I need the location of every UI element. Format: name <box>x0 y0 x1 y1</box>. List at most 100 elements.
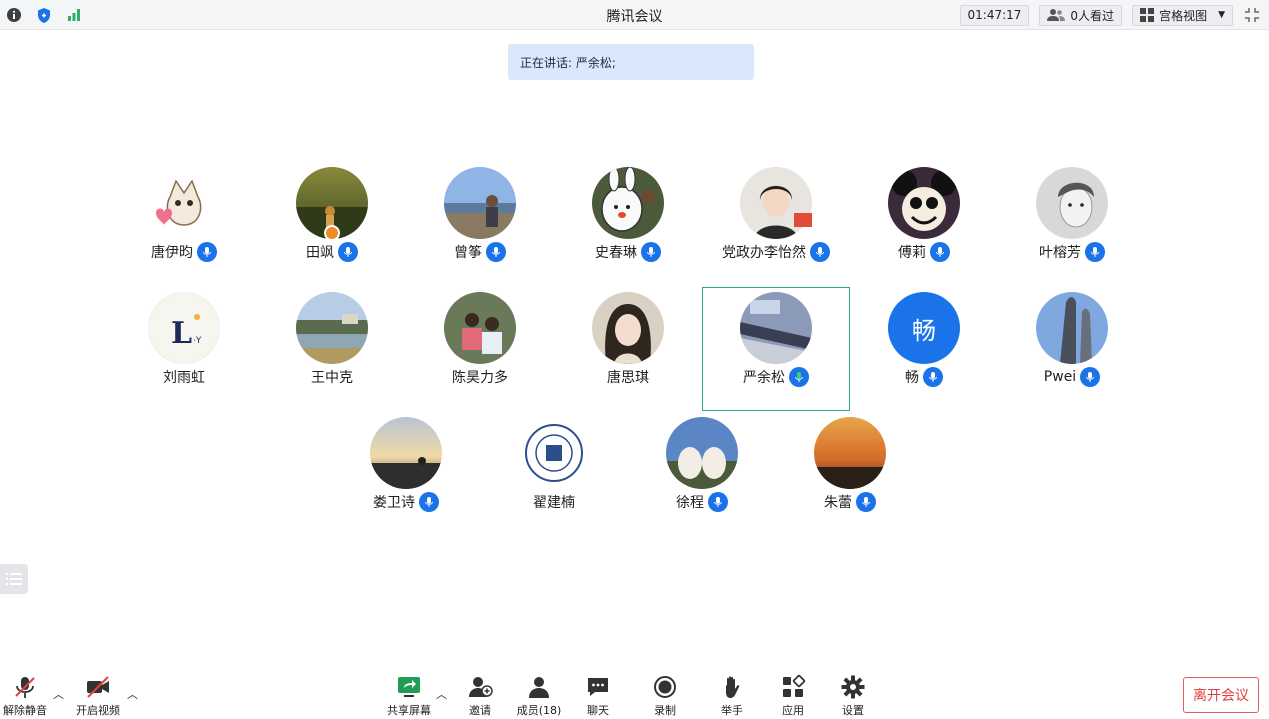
list-icon <box>6 573 22 585</box>
viewers-count: 0人看过 <box>1070 8 1115 23</box>
avatar <box>518 417 590 489</box>
settings-button[interactable]: 设置 <box>825 674 881 718</box>
avatar: L ·Y <box>148 292 220 364</box>
title-bar: 腾讯会议 01:47:17 0人看过 宫格视图 ▼ <box>0 0 1269 30</box>
mic-icon <box>1080 367 1101 387</box>
avatar <box>592 167 664 239</box>
flag-badge-icon <box>794 213 812 227</box>
start-video-button[interactable]: 开启视频 <box>70 674 126 718</box>
invite-icon <box>469 677 493 697</box>
participant-name: 严余松 <box>743 369 785 386</box>
active-speaker-text: 正在讲话: 严余松; <box>520 55 616 70</box>
svg-text:·Y: ·Y <box>193 336 202 346</box>
mic-icon <box>810 242 830 262</box>
participant-tile[interactable]: 党政办李怡然 <box>702 162 850 286</box>
grid-icon <box>1140 8 1155 22</box>
host-badge-icon <box>324 225 340 241</box>
participant-name: 王中克 <box>311 370 353 386</box>
view-mode-dropdown[interactable]: 宫格视图 ▼ <box>1132 4 1233 26</box>
meeting-timer: 01:47:17 <box>959 4 1030 26</box>
avatar: 畅 <box>888 292 960 364</box>
participant-name: 田飒 <box>306 245 334 261</box>
participant-name: 叶榕芳 <box>1039 245 1081 261</box>
chat-label: 聊天 <box>587 704 609 717</box>
participant-tile[interactable]: Pwei <box>998 287 1146 411</box>
participant-tile[interactable]: 田飒 <box>258 162 406 286</box>
fullscreen-exit-icon[interactable] <box>1241 4 1263 26</box>
chat-button[interactable]: 聊天 <box>570 674 626 718</box>
participant-tile[interactable]: 唐思琪 <box>554 287 702 411</box>
participant-name: Pwei <box>1043 369 1077 385</box>
participant-name: 唐思琪 <box>607 370 649 386</box>
participant-tile[interactable]: 徐程 <box>628 412 776 536</box>
avatar <box>814 417 886 489</box>
title-bar-status-icons <box>4 5 84 25</box>
avatar <box>592 292 664 364</box>
participant-tile[interactable]: 傅莉 <box>850 162 998 286</box>
participant-name: 娄卫诗 <box>373 495 415 511</box>
signal-strength-icon[interactable] <box>64 5 84 25</box>
apps-label: 应用 <box>782 704 804 717</box>
participant-tile[interactable]: 王中克 <box>258 287 406 411</box>
share-options-caret-icon[interactable]: ︿ <box>436 686 447 702</box>
participant-name: 唐伊昀 <box>151 245 193 261</box>
participant-tile[interactable]: 畅 畅 <box>850 287 998 411</box>
members-label: 成员(18) <box>516 704 562 717</box>
camera-off-icon <box>87 676 109 698</box>
shield-icon[interactable] <box>34 5 54 25</box>
participant-tile[interactable]: 叶榕芳 <box>998 162 1146 286</box>
members-button[interactable]: 成员(18) <box>511 674 567 718</box>
unmute-label: 解除静音 <box>3 704 47 717</box>
avatar <box>740 167 812 239</box>
chat-icon <box>588 678 608 696</box>
avatar <box>888 167 960 239</box>
video-options-caret-icon[interactable]: ︿ <box>127 686 138 702</box>
avatar <box>444 167 516 239</box>
participant-tile[interactable]: L ·Y 刘雨虹 <box>110 287 258 411</box>
participant-tile[interactable]: 娄卫诗 <box>332 412 480 536</box>
view-mode-label: 宫格视图 <box>1159 8 1208 23</box>
participant-name: 朱蕾 <box>824 495 852 511</box>
mic-icon <box>486 242 506 262</box>
participant-name: 徐程 <box>676 495 704 511</box>
raise-hand-button[interactable]: 举手 <box>704 674 760 718</box>
participant-tile[interactable]: 陈昊力多 <box>406 287 554 411</box>
mic-speaking-icon <box>789 366 809 387</box>
share-screen-label: 共享屏幕 <box>387 704 431 717</box>
info-icon[interactable] <box>4 5 24 25</box>
participant-tile[interactable]: 史春琳 <box>554 162 702 286</box>
avatar <box>148 167 220 239</box>
mic-icon <box>708 492 728 512</box>
participant-tile[interactable]: 朱蕾 <box>776 412 924 536</box>
mic-icon <box>930 242 950 262</box>
apps-button[interactable]: 应用 <box>765 674 821 718</box>
invite-button[interactable]: 邀请 <box>452 674 508 718</box>
participant-tile[interactable]: 翟建楠 <box>480 412 628 536</box>
audio-options-caret-icon[interactable]: ︿ <box>53 686 64 702</box>
record-label: 录制 <box>654 704 676 717</box>
viewers-button[interactable]: 0人看过 <box>1039 4 1123 26</box>
apps-icon <box>783 674 806 697</box>
share-screen-button[interactable]: 共享屏幕 <box>381 674 437 718</box>
invite-label: 邀请 <box>469 704 491 717</box>
participant-name: 党政办李怡然 <box>722 245 806 261</box>
participant-name: 畅 <box>905 370 919 386</box>
participant-tile[interactable]: 唐伊昀 <box>110 162 258 286</box>
avatar <box>739 291 812 364</box>
people-icon <box>1047 9 1066 21</box>
side-panel-toggle[interactable] <box>0 564 28 594</box>
participant-name: 陈昊力多 <box>452 370 508 386</box>
mic-icon <box>923 367 943 387</box>
leave-meeting-button[interactable]: 离开会议 <box>1183 677 1259 713</box>
raise-hand-label: 举手 <box>721 704 743 717</box>
unmute-button[interactable]: 解除静音 <box>0 674 53 718</box>
participant-tile-active-speaker[interactable]: 严余松 <box>702 287 850 411</box>
participant-name: 翟建楠 <box>533 495 575 511</box>
participant-name: 曾筝 <box>454 245 482 261</box>
raise-hand-icon <box>726 676 740 698</box>
record-button[interactable]: 录制 <box>637 674 693 718</box>
gear-icon <box>841 675 865 699</box>
avatar <box>296 292 368 364</box>
participant-tile[interactable]: 曾筝 <box>406 162 554 286</box>
meeting-toolbar: 解除静音 ︿ 开启视频 ︿ 共享屏幕 ︿ 邀请 成员(18) 聊天 录制 举手 … <box>0 668 1269 719</box>
